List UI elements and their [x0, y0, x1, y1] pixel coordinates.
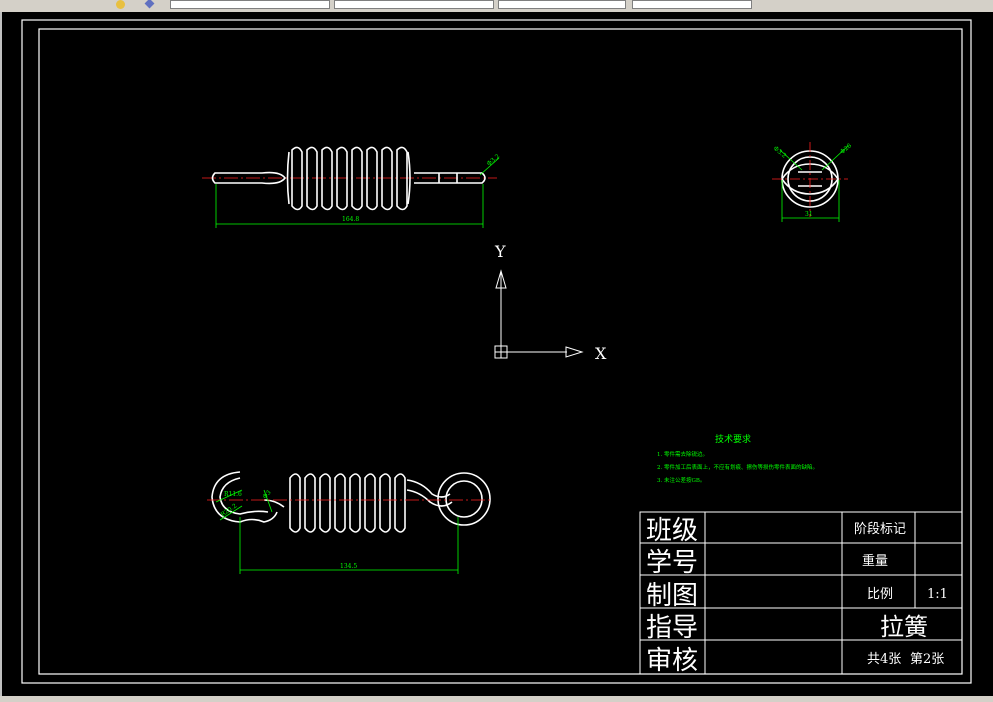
drawing-canvas[interactable]: 164.8 Φ3.2 Φ3.2 Φ28 31 Y X 134.5 R11.6 R… [0, 12, 993, 696]
side-right-label: Φ28 [839, 142, 853, 156]
tb-weight: 重量 [862, 553, 888, 569]
layer-dropdown[interactable] [170, 0, 330, 9]
spring-bottom-view [211, 471, 491, 533]
front-wire-label: Φ3.2 [486, 153, 502, 168]
spring-front-view [202, 146, 497, 211]
ucs-y-label: Y [494, 242, 506, 261]
tb-review: 审核 [646, 646, 698, 676]
settings-icon[interactable] [144, 0, 155, 9]
ucs-icon [494, 269, 584, 359]
tech-line-3: 3. 未注公差按GB。 [657, 476, 705, 484]
cad-drawing: 164.8 Φ3.2 Φ3.2 Φ28 31 Y X 134.5 R11.6 R… [21, 19, 972, 684]
layer-icon[interactable] [116, 0, 125, 9]
side-left-label: Φ3.2 [772, 145, 788, 160]
tech-title: 技术要求 [715, 433, 751, 445]
tb-advisor: 指导 [646, 613, 698, 643]
tb-drawn: 制图 [646, 581, 698, 611]
bottom-small-label: Φ3 [262, 489, 273, 500]
tb-stage-mark: 阶段标记 [854, 522, 906, 537]
linetype-dropdown[interactable] [498, 0, 626, 9]
tech-line-2: 2. 零件加工后表面上，不应有划痕、擦伤等损伤零件表面的缺陷。 [657, 463, 818, 471]
front-length-label: 164.8 [342, 216, 359, 223]
tech-line-1: 1. 零件需去除锐边。 [657, 450, 708, 458]
status-bar [0, 696, 993, 702]
tb-scale-value: 1:1 [927, 587, 948, 602]
tb-scale-label: 比例 [867, 587, 893, 602]
tb-student-no: 学号 [646, 548, 698, 578]
tb-sheets: 共4张 [867, 652, 901, 667]
lineweight-dropdown[interactable] [632, 0, 752, 9]
bottom-radius-label: R11.6 [224, 491, 242, 498]
ucs-x-label: X [595, 344, 607, 363]
tb-part-name: 拉簧 [880, 613, 928, 641]
tb-sheet-no: 第2张 [910, 652, 944, 667]
color-dropdown[interactable] [334, 0, 494, 9]
bottom-view-dimension [215, 489, 459, 574]
bottom-length-label: 134.5 [340, 563, 357, 570]
tb-class: 班级 [646, 516, 698, 546]
side-width-label: 31 [805, 211, 813, 218]
